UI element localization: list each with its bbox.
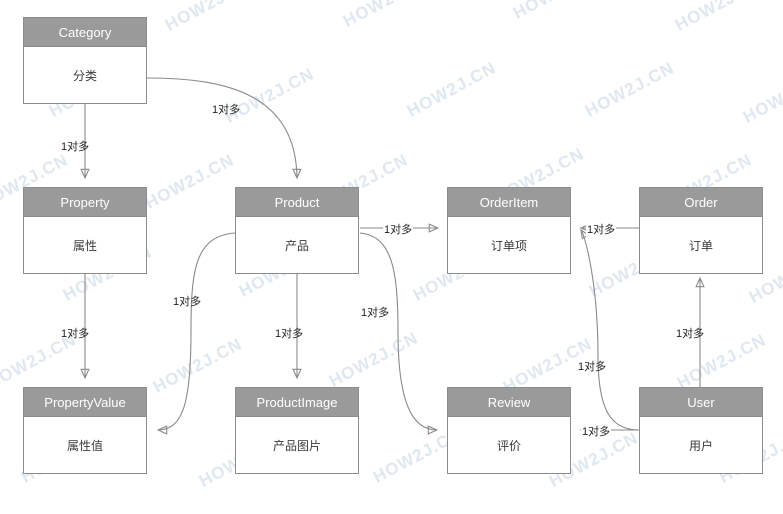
entity-title: User bbox=[640, 388, 762, 417]
relation-label-category-property: 1对多 bbox=[61, 141, 90, 153]
relation-label-product-orderitem: 1对多 bbox=[383, 221, 414, 237]
watermark: HOW2J.CN bbox=[404, 58, 500, 121]
relation-label-product-productimage: 1对多 bbox=[275, 328, 304, 340]
watermark: HOW2J.CN bbox=[142, 150, 238, 213]
watermark: HOW2J.CN bbox=[150, 334, 246, 397]
watermark: HOW2J.CN bbox=[510, 0, 606, 24]
watermark: HOW2J.CN bbox=[672, 0, 768, 35]
entity-label: 用户 bbox=[688, 438, 713, 453]
relation-label-user-orderitem: 1对多 bbox=[578, 361, 607, 373]
entity-label: 属性值 bbox=[66, 438, 103, 453]
entity-propertyvalue[interactable]: PropertyValue 属性值 bbox=[23, 387, 147, 474]
entity-title: Category bbox=[24, 18, 146, 47]
watermark: HOW2J.CN bbox=[326, 328, 422, 391]
entity-title: Review bbox=[448, 388, 570, 417]
entity-title: PropertyValue bbox=[24, 388, 146, 417]
relation-label-user-review: 1对多 bbox=[581, 423, 612, 439]
entity-label: 属性 bbox=[72, 238, 97, 253]
entity-order[interactable]: Order 订单 bbox=[639, 187, 763, 274]
diagram-canvas: HOW2J.CN HOW2J.CN HOW2J.CN HOW2J.CN HOW2… bbox=[0, 0, 783, 514]
entity-orderitem[interactable]: OrderItem 订单项 bbox=[447, 187, 571, 274]
entity-product[interactable]: Product 产品 bbox=[235, 187, 359, 274]
relation-label-user-order: 1对多 bbox=[676, 328, 705, 340]
entity-label: 订单项 bbox=[490, 238, 527, 253]
relation-label-product-review: 1对多 bbox=[361, 307, 390, 319]
entity-label: 评价 bbox=[496, 438, 521, 453]
relation-label-order-orderitem: 1对多 bbox=[586, 221, 617, 237]
link-product-propertyvalue bbox=[158, 232, 236, 430]
relation-label-property-propertyvalue: 1对多 bbox=[61, 328, 90, 340]
entity-title: OrderItem bbox=[448, 188, 570, 217]
watermark: HOW2J.CN bbox=[222, 64, 318, 127]
entity-productimage[interactable]: ProductImage 产品图片 bbox=[235, 387, 359, 474]
entity-title: Product bbox=[236, 188, 358, 217]
entity-label: 订单 bbox=[688, 238, 713, 253]
link-product-review bbox=[359, 232, 437, 430]
entity-title: Order bbox=[640, 188, 762, 217]
link-user-orderitem bbox=[581, 230, 640, 431]
entity-title: ProductImage bbox=[236, 388, 358, 417]
entity-label: 产品 bbox=[284, 238, 309, 253]
entity-review[interactable]: Review 评价 bbox=[447, 387, 571, 474]
entity-user[interactable]: User 用户 bbox=[639, 387, 763, 474]
watermark: HOW2J.CN bbox=[340, 0, 436, 32]
entity-property[interactable]: Property 属性 bbox=[23, 187, 147, 274]
relation-label-product-propertyvalue: 1对多 bbox=[173, 296, 202, 308]
link-category-product bbox=[146, 77, 297, 178]
watermark: HOW2J.CN bbox=[162, 0, 258, 35]
entity-label: 分类 bbox=[72, 68, 97, 83]
entity-title: Property bbox=[24, 188, 146, 217]
entity-category[interactable]: Category 分类 bbox=[23, 17, 147, 104]
entity-label: 产品图片 bbox=[272, 438, 321, 453]
watermark: HOW2J.CN bbox=[582, 58, 678, 121]
relation-label-category-product: 1对多 bbox=[212, 104, 241, 116]
watermark: HOW2J.CN bbox=[740, 64, 783, 127]
